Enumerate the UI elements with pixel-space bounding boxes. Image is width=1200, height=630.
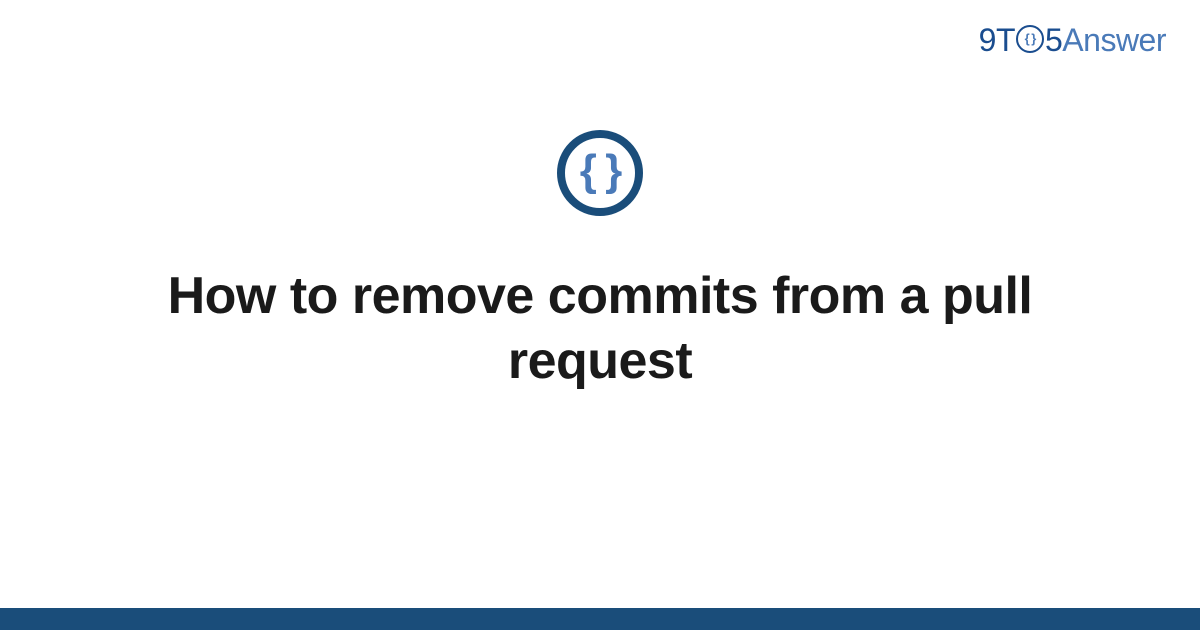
braces-icon: { }	[557, 130, 643, 216]
braces-glyph: { }	[580, 149, 620, 193]
site-logo: 9T { } 5 Answer	[979, 22, 1166, 59]
logo-text-answer: Answer	[1062, 22, 1166, 59]
footer-accent-bar	[0, 608, 1200, 630]
logo-text-9t: 9T	[979, 22, 1015, 59]
main-content: { } How to remove commits from a pull re…	[0, 130, 1200, 394]
logo-o-circle: { }	[1016, 25, 1044, 53]
logo-o-braces: { }	[1025, 31, 1036, 46]
page-title: How to remove commits from a pull reques…	[110, 264, 1090, 394]
logo-text-5: 5	[1045, 22, 1062, 59]
